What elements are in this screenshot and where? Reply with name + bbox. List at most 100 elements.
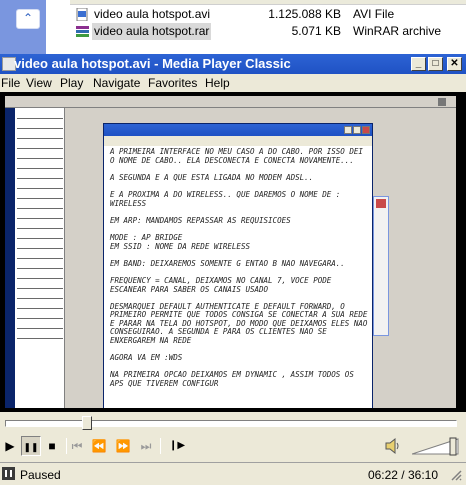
video-side-panel: [373, 196, 389, 336]
speaker-icon[interactable]: [384, 437, 400, 455]
window-title: video aula hotspot.avi - Media Player Cl…: [14, 56, 291, 71]
video-frame-sidebar-item: [17, 138, 63, 139]
video-frame-sidebar-item: [17, 178, 63, 179]
menu-help[interactable]: Help: [205, 76, 230, 90]
previous-icon: ⏮: [71, 439, 83, 453]
notepad-paragraph: EM ARP: MANDAMOS REPASSAR AS REQUISICOES: [110, 215, 291, 225]
video-frame-sidebar-item: [17, 238, 63, 239]
video-frame-sidebar-item: [17, 158, 63, 159]
video-side-panel-close: [376, 199, 386, 208]
stop-icon: ■: [48, 439, 56, 453]
video-notepad-close: [362, 126, 370, 134]
file-row[interactable]: video aula hotspot.avi 1.125.088 KB AVI …: [74, 6, 466, 23]
video-frame-sidebar-item: [17, 318, 63, 319]
avi-file-icon: [76, 8, 88, 21]
resize-grip-icon[interactable]: [450, 469, 462, 481]
video-notepad-titlebar: [104, 124, 372, 136]
maximize-button[interactable]: □: [428, 57, 443, 71]
file-row[interactable]: video aula hotspot.rar 5.071 KB WinRAR a…: [74, 23, 466, 40]
video-frame-sidebar-item: [17, 288, 63, 289]
seek-track[interactable]: [5, 420, 457, 427]
toolbar-separator: [160, 438, 161, 454]
collapse-button[interactable]: ⌃: [16, 9, 40, 29]
notepad-paragraph: A SEGUNDA E A QUE ESTA LIGADA NO MODEM A…: [110, 172, 314, 182]
menu-favorites[interactable]: Favorites: [148, 76, 197, 90]
close-button[interactable]: ✕: [447, 57, 462, 71]
explorer-window: ⌃ video aula hotspot.avi 1.125.088 KB AV…: [0, 0, 466, 54]
video-frame-sidebar-item: [17, 128, 63, 129]
playback-status-icon: [2, 467, 15, 480]
file-size: 1.125.088 KB: [268, 7, 341, 21]
notepad-paragraph: A PRIMEIRA INTERFACE NO MEU CASO A DO CA…: [110, 147, 368, 165]
video-frame-sidebar-item: [17, 188, 63, 189]
file-type: AVI File: [353, 7, 395, 21]
playback-toolbar: ▶ ❚❚ ■ ⏮ ⏪ ⏩ ⏭ ❙▶: [0, 434, 466, 458]
playback-state: Paused: [20, 468, 61, 482]
column-header: [70, 0, 466, 5]
frame-step-icon: ❙▶: [168, 440, 186, 451]
rewind-icon: ⏪: [91, 439, 107, 453]
video-frame-topbar: [5, 96, 456, 108]
notepad-paragraph: EM BAND: DEIXAREMOS SOMENTE G ENTAO B NA…: [110, 258, 345, 268]
video-frame-sidebar-item: [17, 278, 63, 279]
video-frame: A PRIMEIRA INTERFACE NO MEU CASO A DO CA…: [5, 96, 456, 408]
notepad-paragraph: MODE : AP BRIDGE EM SSID : NOME DA REDE …: [110, 232, 250, 251]
pause-icon: ❚❚: [23, 442, 39, 452]
video-frame-sidebar-item: [17, 308, 63, 309]
explorer-task-pane: ⌃: [0, 0, 46, 54]
video-frame-sidebar-item: [17, 258, 63, 259]
video-notepad-minimize: [344, 126, 352, 134]
next-button[interactable]: ⏭: [136, 436, 156, 456]
winrar-archive-icon: [76, 26, 89, 37]
video-frame-sidebar-item: [17, 248, 63, 249]
volume-thumb[interactable]: [449, 437, 457, 456]
rewind-button[interactable]: ⏪: [89, 436, 109, 456]
play-button[interactable]: ▶: [0, 436, 20, 456]
video-frame-sidebar-item: [17, 328, 63, 329]
minimize-button[interactable]: _: [411, 57, 426, 71]
video-frame-button: [438, 98, 446, 106]
video-notepad-maximize: [353, 126, 361, 134]
video-frame-sidebar-band: [5, 108, 15, 408]
video-frame-sidebar-item: [17, 168, 63, 169]
video-frame-sidebar-item: [17, 338, 63, 339]
fast-forward-icon: ⏩: [115, 439, 131, 453]
play-icon: ▶: [5, 439, 15, 453]
status-bar: Paused 06:22 / 36:10: [0, 462, 466, 485]
video-area[interactable]: A PRIMEIRA INTERFACE NO MEU CASO A DO CA…: [0, 92, 466, 412]
video-frame-sidebar-item: [17, 118, 63, 119]
notepad-paragraph: NA PRIMEIRA OPCAO DEIXAMOS EM DYNAMIC , …: [110, 370, 359, 389]
file-name: video aula hotspot.avi: [94, 7, 211, 21]
fast-forward-button[interactable]: ⏩: [113, 436, 133, 456]
menu-bar: File View Play Navigate Favorites Help: [0, 74, 466, 92]
window-titlebar[interactable]: video aula hotspot.avi - Media Player Cl…: [0, 54, 466, 74]
video-frame-sidebar-item: [17, 198, 63, 199]
volume-slider[interactable]: [412, 436, 460, 456]
video-notepad-menu: [104, 136, 372, 146]
seek-thumb[interactable]: [82, 416, 92, 430]
file-type: WinRAR archive: [353, 24, 442, 38]
menu-view[interactable]: View: [26, 76, 52, 90]
video-notepad-window: A PRIMEIRA INTERFACE NO MEU CASO A DO CA…: [103, 123, 373, 408]
file-size: 5.071 KB: [291, 24, 341, 38]
video-frame-sidebar: [5, 108, 65, 408]
menu-navigate[interactable]: Navigate: [93, 76, 140, 90]
video-notepad-text: A PRIMEIRA INTERFACE NO MEU CASO A DO CA…: [110, 147, 372, 397]
frame-step-button[interactable]: ❙▶: [167, 436, 187, 456]
video-frame-sidebar-item: [17, 298, 63, 299]
notepad-paragraph: E A PROXIMA A DO WIRELESS.. QUE DAREMOS …: [110, 189, 345, 208]
menu-file[interactable]: File: [1, 76, 20, 90]
video-frame-sidebar-item: [17, 268, 63, 269]
notepad-paragraph: AGORA VA EM :WDS: [110, 353, 183, 363]
video-frame-sidebar-item: [17, 228, 63, 229]
seek-bar[interactable]: [0, 412, 466, 434]
file-name: video aula hotspot.rar: [92, 23, 212, 40]
stop-button[interactable]: ■: [42, 436, 62, 456]
next-icon: ⏭: [140, 439, 152, 453]
menu-play[interactable]: Play: [60, 76, 83, 90]
previous-button[interactable]: ⏮: [67, 436, 87, 456]
notepad-paragraph: FREQUENCY = CANAL, DEIXAMOS NO CANAL 7, …: [110, 275, 336, 294]
playback-time: 06:22 / 36:10: [367, 468, 438, 482]
notepad-paragraph: DESMARQUEI DEFAULT AUTHENTICATE E DEFAUL…: [110, 301, 372, 346]
pause-button[interactable]: ❚❚: [21, 436, 41, 456]
